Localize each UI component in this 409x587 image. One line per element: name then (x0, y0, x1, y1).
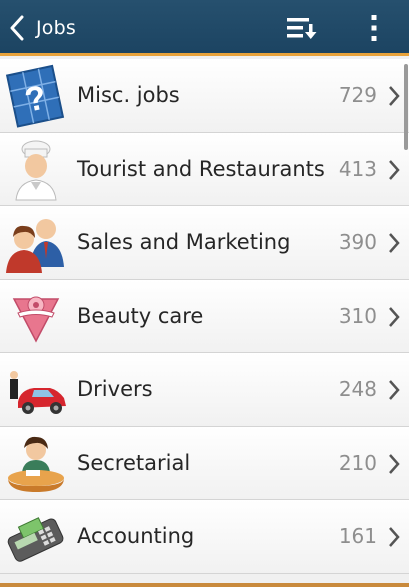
item-count: 161 (338, 524, 377, 548)
chevron-right-icon (389, 86, 400, 106)
list-item[interactable]: Drivers 248 (0, 353, 409, 427)
list-item[interactable]: Tourist and Restaurants 413 (0, 132, 409, 206)
list-item[interactable]: Sales and Marketing 390 (0, 206, 409, 280)
list-item[interactable]: ? Misc. jobs 729 (0, 59, 409, 133)
item-count: 390 (338, 230, 377, 254)
scrollbar[interactable] (404, 64, 408, 150)
sort-button[interactable] (284, 12, 320, 44)
item-count: 210 (338, 450, 377, 475)
sort-icon (287, 18, 317, 39)
chevron-right-icon (389, 527, 400, 547)
item-label: Misc. jobs (77, 83, 180, 107)
item-label: Tourist and Restaurants (77, 156, 325, 181)
more-vertical-icon (371, 15, 377, 41)
chevron-left-icon (10, 15, 24, 41)
app-bar: Jobs (0, 0, 409, 56)
chevron-right-icon (389, 306, 400, 327)
item-count: 413 (338, 156, 377, 181)
item-label: Drivers (77, 377, 153, 401)
item-label: Beauty care (77, 303, 204, 328)
question-map-icon: ? (5, 64, 65, 128)
list-item[interactable]: Beauty care 310 (0, 279, 409, 353)
car-driver-icon (10, 371, 66, 414)
back-button[interactable]: Jobs (8, 12, 88, 44)
item-count: 310 (338, 303, 377, 328)
business-people-icon (6, 219, 64, 273)
chevron-right-icon (389, 159, 400, 180)
chevron-right-icon (389, 453, 400, 474)
overflow-menu-button[interactable] (360, 10, 388, 46)
item-label: Sales and Marketing (77, 230, 291, 254)
beauty-badge-icon (12, 296, 60, 343)
item-label: Secretarial (77, 450, 191, 475)
item-count: 729 (338, 83, 377, 107)
payment-terminal-icon (7, 517, 64, 562)
chef-icon (15, 140, 57, 200)
list-item[interactable]: Secretarial 210 (0, 426, 409, 500)
item-count: 248 (338, 377, 377, 401)
job-category-list: ? Misc. jobs 729 Tourist and Restaurants… (0, 59, 409, 574)
item-label: Accounting (77, 524, 195, 548)
list-item[interactable]: Accounting 161 (0, 500, 409, 574)
divider (0, 583, 409, 587)
secretary-icon (8, 436, 64, 492)
chevron-right-icon (389, 233, 400, 253)
chevron-right-icon (389, 380, 400, 400)
page-title: Jobs (36, 17, 76, 39)
